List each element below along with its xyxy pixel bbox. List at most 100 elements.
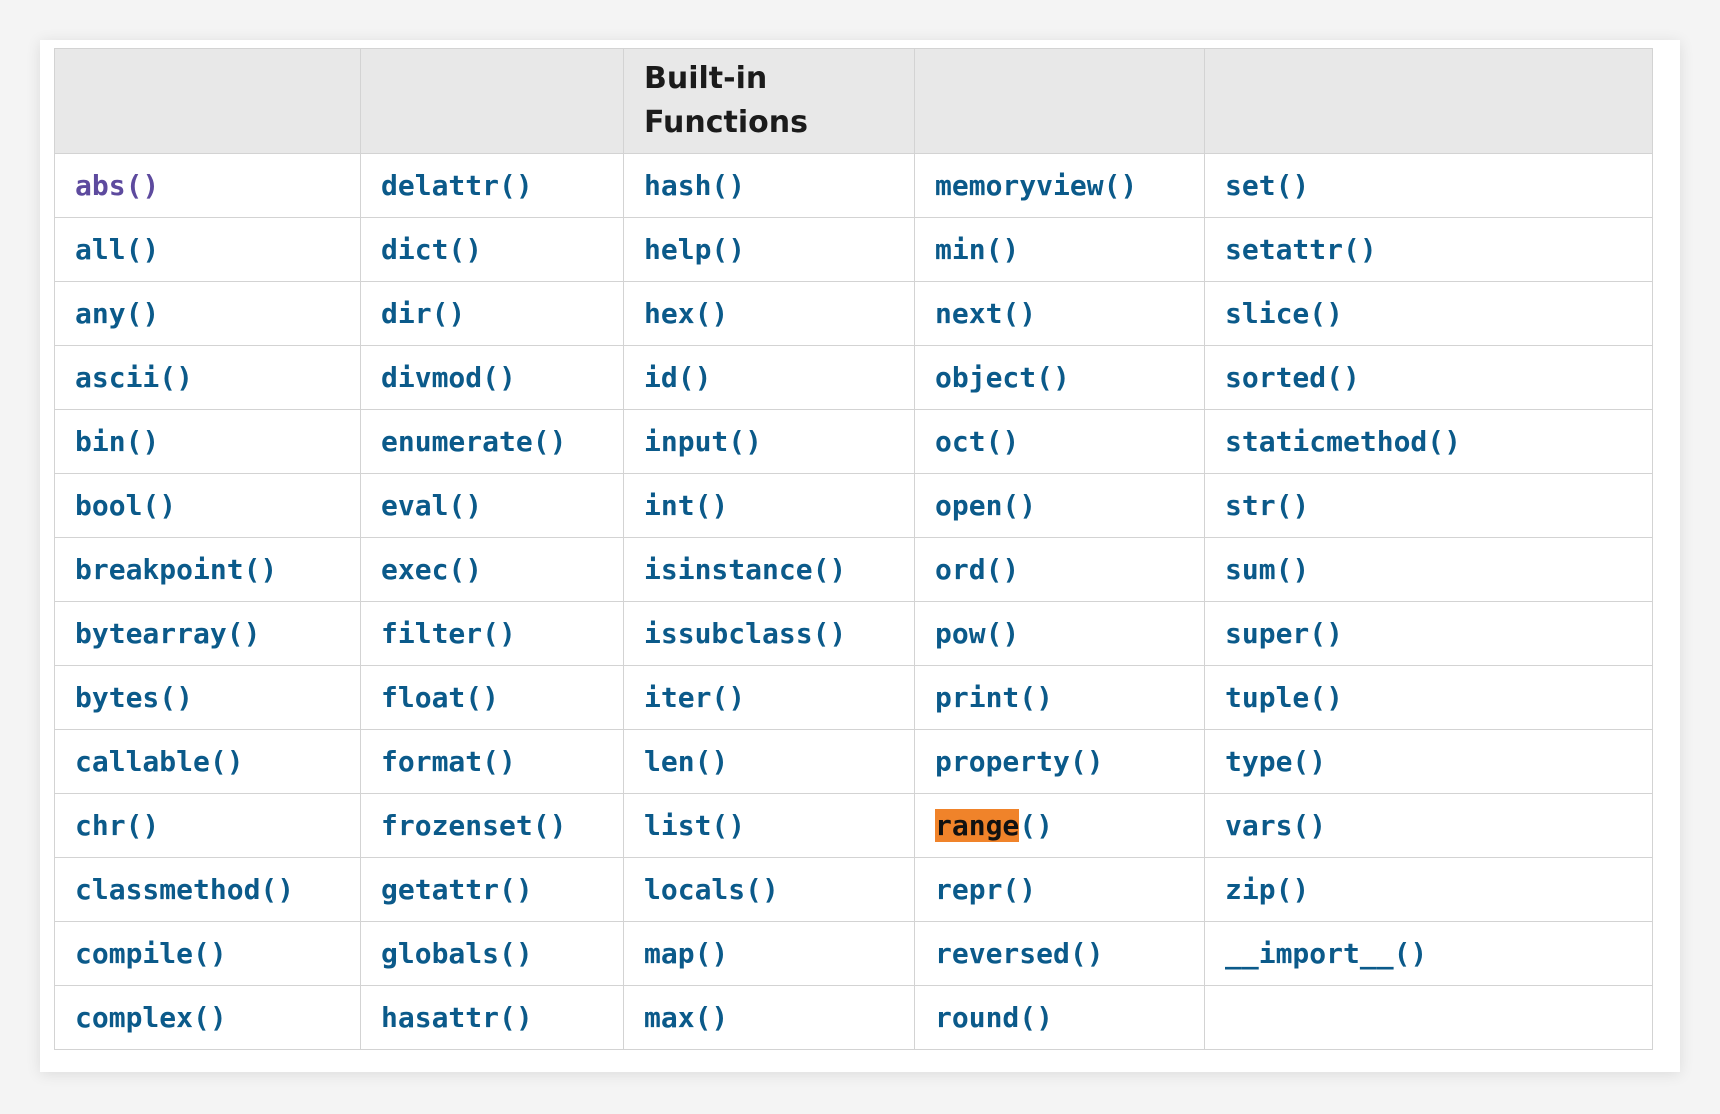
function-link[interactable]: callable() xyxy=(75,745,244,778)
table-cell: isinstance() xyxy=(623,537,915,602)
function-link[interactable]: set() xyxy=(1225,169,1309,202)
function-link[interactable]: hasattr() xyxy=(381,1001,533,1034)
function-link[interactable]: repr() xyxy=(935,873,1036,906)
function-link[interactable]: map() xyxy=(644,937,728,970)
function-link[interactable]: compile() xyxy=(75,937,227,970)
function-link[interactable]: filter() xyxy=(381,617,516,650)
function-link[interactable]: issubclass() xyxy=(644,617,846,650)
function-link[interactable]: format() xyxy=(381,745,516,778)
table-row: compile() globals() map() reversed() __impor… xyxy=(54,921,1653,986)
table-row: bytes() float() iter() print() tuple() xyxy=(54,665,1653,730)
function-link[interactable]: min() xyxy=(935,233,1019,266)
function-link[interactable]: list() xyxy=(644,809,745,842)
function-link[interactable]: memoryview() xyxy=(935,169,1137,202)
function-link[interactable]: type() xyxy=(1225,745,1326,778)
table-cell: ascii() xyxy=(54,345,361,410)
function-link[interactable]: isinstance() xyxy=(644,553,846,586)
function-link[interactable]: ord() xyxy=(935,553,1019,586)
table-cell: id() xyxy=(623,345,915,410)
function-link[interactable]: dir() xyxy=(381,297,465,330)
table-cell: classmethod() xyxy=(54,857,361,922)
function-link[interactable]: bytearray() xyxy=(75,617,260,650)
table-cell: reversed() xyxy=(914,921,1205,986)
table-cell: min() xyxy=(914,217,1205,282)
function-link[interactable]: frozenset() xyxy=(381,809,566,842)
function-link[interactable]: complex() xyxy=(75,1001,227,1034)
function-link[interactable]: range() xyxy=(935,809,1053,842)
function-link[interactable]: staticmethod() xyxy=(1225,425,1461,458)
table-cell: print() xyxy=(914,665,1205,730)
table-cell: dict() xyxy=(360,217,624,282)
function-link[interactable]: oct() xyxy=(935,425,1019,458)
function-link[interactable]: divmod() xyxy=(381,361,516,394)
table-cell xyxy=(1204,985,1653,1050)
function-link[interactable]: iter() xyxy=(644,681,745,714)
table-cell: tuple() xyxy=(1204,665,1653,730)
table-cell: pow() xyxy=(914,601,1205,666)
function-link[interactable]: int() xyxy=(644,489,728,522)
function-link[interactable]: __import__() xyxy=(1225,937,1427,970)
function-link[interactable]: float() xyxy=(381,681,499,714)
table-cell: ord() xyxy=(914,537,1205,602)
function-link[interactable]: next() xyxy=(935,297,1036,330)
function-link[interactable]: hex() xyxy=(644,297,728,330)
function-link[interactable]: print() xyxy=(935,681,1053,714)
header-title-text: Built-in Functions xyxy=(644,61,808,140)
function-link[interactable]: slice() xyxy=(1225,297,1343,330)
function-link[interactable]: breakpoint() xyxy=(75,553,277,586)
builtin-functions-table: Built-in Functions abs() delattr() hash() m… xyxy=(54,48,1653,1050)
function-link[interactable]: chr() xyxy=(75,809,159,842)
table-cell: input() xyxy=(623,409,915,474)
table-cell: bin() xyxy=(54,409,361,474)
function-link[interactable]: any() xyxy=(75,297,159,330)
function-link[interactable]: enumerate() xyxy=(381,425,566,458)
table-cell: bytearray() xyxy=(54,601,361,666)
function-link[interactable]: sum() xyxy=(1225,553,1309,586)
function-link[interactable]: id() xyxy=(644,361,711,394)
table-body: abs() delattr() hash() memoryview() set() all… xyxy=(54,153,1653,1050)
function-link[interactable]: super() xyxy=(1225,617,1343,650)
function-link[interactable]: tuple() xyxy=(1225,681,1343,714)
function-link[interactable]: max() xyxy=(644,1001,728,1034)
function-link[interactable]: all() xyxy=(75,233,159,266)
function-link[interactable]: reversed() xyxy=(935,937,1104,970)
function-link[interactable]: delattr() xyxy=(381,169,533,202)
function-link[interactable]: bytes() xyxy=(75,681,193,714)
function-link[interactable]: help() xyxy=(644,233,745,266)
function-link[interactable]: vars() xyxy=(1225,809,1326,842)
function-link[interactable]: property() xyxy=(935,745,1104,778)
function-link[interactable]: open() xyxy=(935,489,1036,522)
table-cell: chr() xyxy=(54,793,361,858)
table-row: classmethod() getattr() locals() repr() zip(… xyxy=(54,857,1653,922)
table-cell: oct() xyxy=(914,409,1205,474)
table-row: callable() format() len() property() type() xyxy=(54,729,1653,794)
function-link[interactable]: exec() xyxy=(381,553,482,586)
function-link[interactable]: str() xyxy=(1225,489,1309,522)
function-link[interactable]: classmethod() xyxy=(75,873,294,906)
function-link[interactable]: globals() xyxy=(381,937,533,970)
table-cell: enumerate() xyxy=(360,409,624,474)
function-link[interactable]: dict() xyxy=(381,233,482,266)
function-link[interactable]: hash() xyxy=(644,169,745,202)
table-cell: exec() xyxy=(360,537,624,602)
function-link[interactable]: eval() xyxy=(381,489,482,522)
function-link[interactable]: zip() xyxy=(1225,873,1309,906)
table-cell: format() xyxy=(360,729,624,794)
function-link[interactable]: bin() xyxy=(75,425,159,458)
function-link[interactable]: getattr() xyxy=(381,873,533,906)
function-link[interactable]: round() xyxy=(935,1001,1053,1034)
function-link[interactable]: ascii() xyxy=(75,361,193,394)
function-link[interactable]: len() xyxy=(644,745,728,778)
table-cell: slice() xyxy=(1204,281,1653,346)
function-link[interactable]: input() xyxy=(644,425,762,458)
table-cell: set() xyxy=(1204,153,1653,218)
function-link[interactable]: object() xyxy=(935,361,1070,394)
function-link[interactable]: pow() xyxy=(935,617,1019,650)
function-link[interactable]: bool() xyxy=(75,489,176,522)
table-row: bool() eval() int() open() str() xyxy=(54,473,1653,538)
function-link[interactable]: abs() xyxy=(75,169,159,202)
function-link[interactable]: locals() xyxy=(644,873,779,906)
table-cell: all() xyxy=(54,217,361,282)
function-link[interactable]: setattr() xyxy=(1225,233,1377,266)
function-link[interactable]: sorted() xyxy=(1225,361,1360,394)
